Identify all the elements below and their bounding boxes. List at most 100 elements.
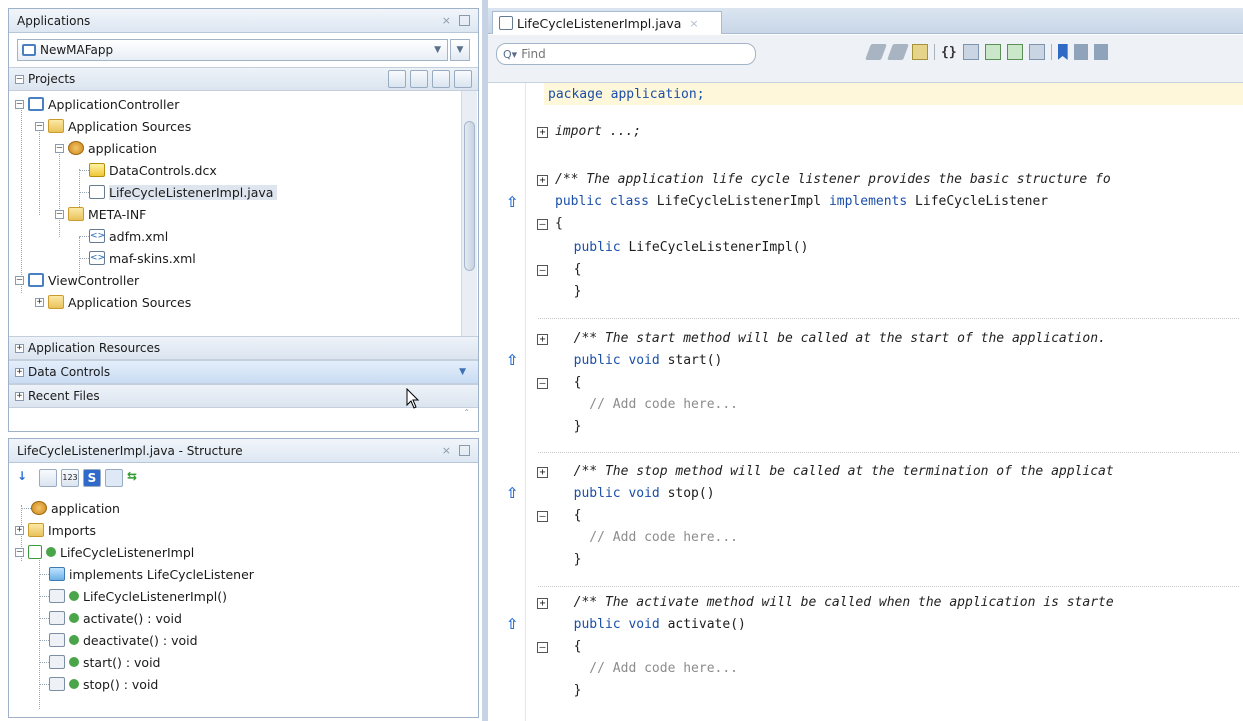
expand-icon[interactable]: +	[15, 343, 24, 353]
tree-item-datacontrols-dcx[interactable]: DataControls.dcx	[79, 159, 217, 181]
public-icon	[69, 657, 79, 667]
collapse-fold-icon[interactable]: –	[537, 511, 548, 522]
minimize-icon[interactable]	[459, 445, 470, 456]
collapse-icon[interactable]: –	[55, 209, 64, 219]
xml-file-icon: <>	[89, 229, 106, 243]
next-bookmark-icon[interactable]	[1093, 44, 1108, 60]
search-icon[interactable]: Q▾	[503, 48, 517, 61]
collapse-icon[interactable]: –	[15, 74, 24, 84]
tree-item-view-application-sources[interactable]: + Application Sources	[35, 291, 191, 313]
collapse-fold-icon[interactable]: –	[537, 378, 548, 389]
editor-tab-label: LifeCycleListenerImpl.java	[517, 15, 682, 31]
projects-header[interactable]: – Projects	[9, 67, 478, 91]
folder-icon	[68, 207, 84, 221]
structure-item-stop[interactable]: stop() : void	[39, 673, 159, 695]
scrollbar-thumb[interactable]	[464, 121, 475, 271]
collapse-icon[interactable]: –	[55, 143, 64, 153]
tree-item-adfm-xml[interactable]: <> adfm.xml	[79, 225, 168, 247]
public-icon	[69, 613, 79, 623]
refactor-icon[interactable]	[1006, 44, 1023, 60]
method-icon	[49, 633, 65, 647]
chevron-down-icon[interactable]: ▼	[434, 45, 441, 55]
collapse-icon[interactable]: –	[15, 275, 24, 285]
overrides-arrow-icon[interactable]: ⇧	[506, 484, 519, 502]
show-fields-icon[interactable]	[39, 469, 57, 487]
format-icon[interactable]	[1028, 44, 1045, 60]
working-set-icon[interactable]	[454, 70, 472, 88]
structure-item-class[interactable]: – LifeCycleListenerImpl	[15, 541, 194, 563]
expand-fold-icon[interactable]: +	[537, 467, 548, 478]
close-icon[interactable]: ×	[689, 17, 698, 30]
sort-icon[interactable]: ↓	[17, 469, 35, 487]
history-icon[interactable]	[912, 44, 928, 60]
expand-icon[interactable]: +	[15, 391, 24, 401]
app-selector-box[interactable]: NewMAFapp ▼	[17, 39, 448, 61]
collapse-fold-icon[interactable]: –	[537, 265, 548, 276]
minimize-icon[interactable]	[459, 15, 470, 26]
collapse-fold-icon[interactable]: –	[537, 642, 548, 653]
section-application-resources[interactable]: + Application Resources	[9, 336, 478, 360]
go-to-source-icon[interactable]: ⇆	[127, 469, 145, 487]
overrides-arrow-icon[interactable]: ⇧	[506, 351, 519, 369]
chevron-down-icon[interactable]: ▼	[459, 367, 466, 377]
editor-tab[interactable]: LifeCycleListenerImpl.java ×	[492, 11, 722, 34]
structure-item-imports[interactable]: + Imports	[15, 519, 96, 541]
tree-item-lifecyclelistenerimpl-java[interactable]: LifeCycleListenerImpl.java	[79, 181, 278, 203]
expand-fold-icon[interactable]: +	[537, 334, 548, 345]
editor-toolbar: Q▾ {}	[488, 35, 1243, 83]
tree-item-label: stop() : void	[83, 676, 159, 692]
structure-tree: application + Imports – LifeCycleListene…	[9, 493, 478, 713]
braces-icon[interactable]: {}	[941, 45, 957, 60]
tree-item-meta-inf[interactable]: – META-INF	[55, 203, 146, 225]
structure-item-deactivate[interactable]: deactivate() : void	[39, 629, 198, 651]
close-icon[interactable]: ×	[442, 14, 451, 27]
expand-icon[interactable]: +	[15, 525, 24, 535]
tree-item-application-sources[interactable]: – Application Sources	[35, 115, 191, 137]
find-field[interactable]: Q▾	[496, 43, 756, 65]
toggle-block-icon[interactable]	[962, 44, 979, 60]
collapse-icon[interactable]: –	[15, 99, 24, 109]
find-input[interactable]	[521, 47, 722, 61]
tree-item-applicationcontroller[interactable]: – ApplicationController	[15, 93, 179, 115]
collapse-icon[interactable]: –	[35, 121, 44, 131]
expand-fold-icon[interactable]: +	[537, 598, 548, 609]
expand-fold-icon[interactable]: +	[537, 127, 548, 138]
java-file-icon	[89, 185, 105, 199]
overrides-arrow-icon[interactable]: ⇧	[506, 193, 519, 211]
show-public-icon[interactable]	[105, 469, 123, 487]
show-literals-icon[interactable]: 123	[61, 469, 79, 487]
structure-item-implements[interactable]: implements LifeCycleListener	[39, 563, 254, 585]
structure-item-package[interactable]: application	[21, 497, 120, 519]
app-menu-button[interactable]: ▼	[450, 39, 470, 61]
bookmark-icon[interactable]	[1057, 44, 1068, 60]
section-data-controls[interactable]: + Data Controls ▼	[9, 360, 478, 384]
tree-item-label: LifeCycleListenerImpl.java	[109, 184, 278, 200]
next-edit-icon[interactable]	[887, 44, 909, 60]
show-static-icon[interactable]: S	[83, 469, 101, 487]
tree-item-application-package[interactable]: – application	[55, 137, 157, 159]
project-tree-scrollbar[interactable]	[461, 91, 477, 336]
tree-item-maf-skins-xml[interactable]: <> maf-skins.xml	[79, 247, 196, 269]
expand-icon[interactable]: +	[15, 367, 24, 377]
overrides-arrow-icon[interactable]: ⇧	[506, 615, 519, 633]
code-text: import ...;	[555, 124, 642, 139]
previous-bookmark-icon[interactable]	[1073, 44, 1088, 60]
structure-item-constructor[interactable]: LifeCycleListenerImpl()	[39, 585, 227, 607]
tree-item-viewcontroller[interactable]: – ViewController	[15, 269, 139, 291]
previous-edit-icon[interactable]	[865, 44, 887, 60]
collapse-fold-icon[interactable]: –	[537, 219, 548, 230]
expand-fold-icon[interactable]: +	[537, 175, 548, 186]
close-icon[interactable]: ×	[442, 444, 451, 457]
expand-icon[interactable]: +	[35, 297, 44, 307]
sync-icon[interactable]	[410, 70, 428, 88]
filter-icon[interactable]	[432, 70, 450, 88]
structure-item-start[interactable]: start() : void	[39, 651, 160, 673]
code-comment: // Add code here...	[558, 397, 739, 412]
collapse-icon[interactable]: –	[15, 547, 24, 557]
code-text: }	[558, 419, 582, 434]
code-text: /** The start method will be called at t…	[558, 331, 1106, 346]
app-selector[interactable]: NewMAFapp ▼ ▼	[17, 39, 470, 61]
surround-icon[interactable]	[984, 44, 1001, 60]
structure-item-activate[interactable]: activate() : void	[39, 607, 182, 629]
navigate-icon[interactable]	[388, 70, 406, 88]
